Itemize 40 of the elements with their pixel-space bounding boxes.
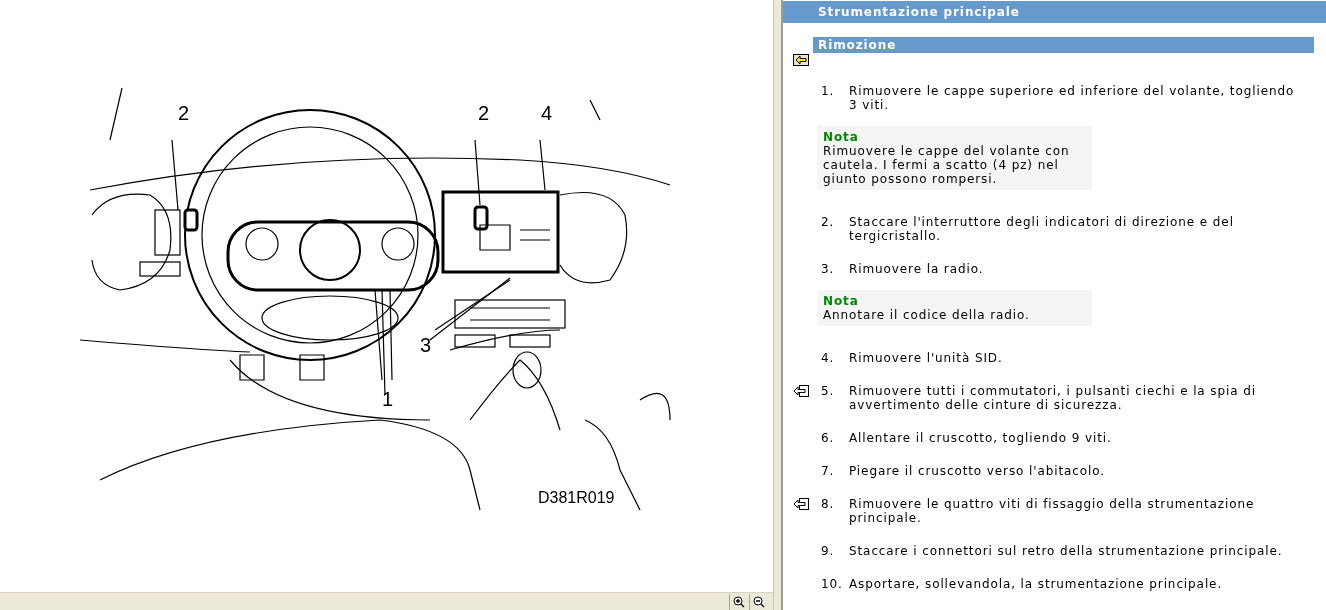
- step-number: 7.: [821, 464, 836, 478]
- zoom-out-button[interactable]: [749, 593, 767, 610]
- step-number: 6.: [821, 431, 836, 445]
- step-text: Rimuovere tutti i commutatori, i pulsanti ciechi e la spia di avvertimento delle cinture di sicurezza.: [849, 384, 1257, 412]
- step-number: 9.: [821, 544, 836, 558]
- step-text: Rimuovere le cappe superiore ed inferiore del volante, togliendo 3 viti.: [849, 84, 1296, 112]
- step-text: Staccare l'interruttore degli indicatori di direzione e del tergicristallo.: [849, 215, 1235, 243]
- step-number: 5.: [821, 384, 836, 398]
- back-button[interactable]: [793, 54, 809, 66]
- note-text: Rimuovere le cappe del volante con cautela. I fermi a scatto (4 pz) nel giunto possono rompersi.: [823, 144, 1071, 186]
- zoom-in-button[interactable]: [729, 593, 747, 610]
- step-text: Asportare, sollevandola, la strumentazione principale.: [849, 577, 1224, 591]
- step-text: Piegare il cruscotto verso l'abitacolo.: [849, 464, 1107, 478]
- figure-code: D381R019: [538, 489, 615, 506]
- zoom-in-icon: [732, 595, 745, 608]
- note-text: Annotare il codice della radio.: [823, 308, 1031, 322]
- callout-number: 2: [478, 102, 490, 124]
- left-arrow-icon: [793, 54, 809, 66]
- step-text: Rimuovere la radio.: [849, 262, 985, 276]
- step-number: 1.: [821, 84, 836, 98]
- document-title: Strumentazione principale: [783, 1, 1326, 23]
- note-title: Nota: [823, 130, 860, 144]
- step-text: Allentare il cruscotto, togliendo 9 viti.: [849, 431, 1113, 445]
- callout-number: 3: [420, 334, 432, 356]
- callout-number: 2: [178, 102, 190, 124]
- link-arrow-icon[interactable]: [793, 498, 809, 510]
- step-text: Staccare i connettori sul retro della strumentazione principale.: [849, 544, 1284, 558]
- step-number: 3.: [821, 262, 836, 276]
- step-number: 4.: [821, 351, 836, 365]
- step-number: 10.: [821, 577, 844, 591]
- link-arrow-icon[interactable]: [793, 385, 809, 397]
- section-heading: Rimozione: [813, 37, 1314, 53]
- step-text: Rimuovere l'unità SID.: [849, 351, 1004, 365]
- step-text: Rimuovere le quattro viti di fissaggio della strumentazione principale.: [849, 497, 1256, 525]
- zoom-out-icon: [752, 595, 765, 608]
- note-title: Nota: [823, 294, 860, 308]
- step-number: 8.: [821, 497, 836, 511]
- step-number: 2.: [821, 215, 836, 229]
- callout-number: 1: [382, 388, 394, 410]
- callout-number: 4: [541, 102, 553, 124]
